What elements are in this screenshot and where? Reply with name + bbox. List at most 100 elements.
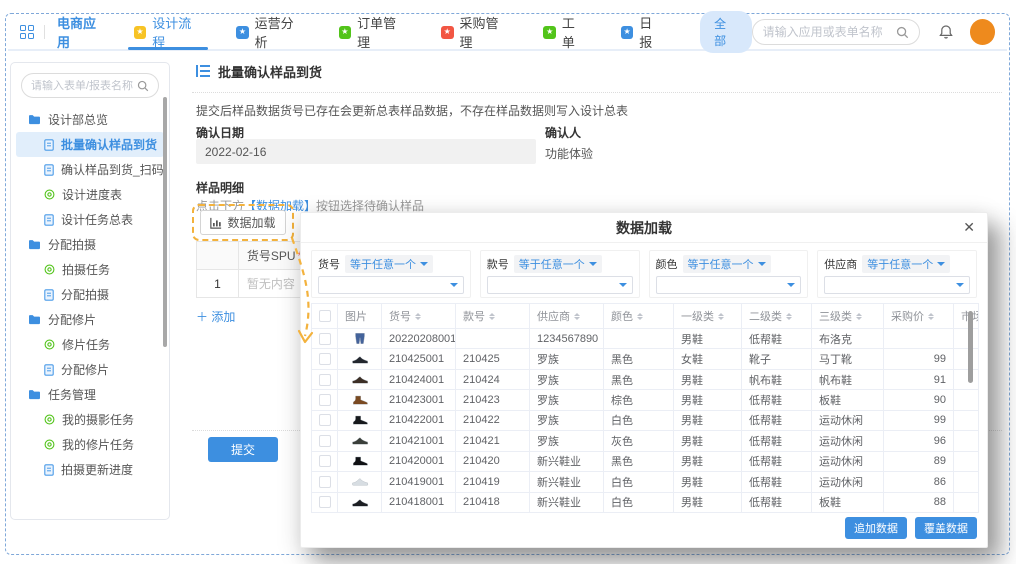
column-header[interactable]: 一级类 — [674, 304, 742, 328]
table-row[interactable]: 210424001210424罗族黑色男鞋帆布鞋帆布鞋91 — [312, 369, 978, 389]
nav-all-badge[interactable]: 全部 — [700, 11, 751, 53]
search-icon[interactable] — [896, 26, 909, 39]
row-checkbox[interactable] — [319, 455, 331, 467]
table-row[interactable]: 210422001210422罗族白色男鞋低帮鞋运动休闲99 — [312, 410, 978, 430]
nav-home[interactable]: 电商应用 — [57, 13, 108, 51]
filter-select[interactable] — [656, 276, 802, 294]
filter-select[interactable] — [318, 276, 464, 294]
confirmer-value: 功能体验 — [545, 145, 593, 162]
sidebar-item-label: 分配拍摄 — [48, 236, 96, 253]
overwrite-data-button[interactable]: 覆盖数据 — [915, 517, 977, 539]
sort-icon[interactable] — [718, 310, 724, 323]
sort-icon[interactable] — [415, 310, 421, 323]
sidebar-item[interactable]: 分配修片 — [16, 357, 164, 382]
filter-select[interactable] — [824, 276, 970, 294]
table-row[interactable]: 210421001210421罗族灰色男鞋低帮鞋运动休闲96 — [312, 430, 978, 450]
column-header[interactable]: 货号 — [382, 304, 456, 328]
table-cell: 男鞋 — [674, 411, 742, 430]
table-row[interactable]: 210425001210425罗族黑色女鞋靴子马丁靴99 — [312, 348, 978, 368]
row-checkbox[interactable] — [319, 353, 331, 365]
row-checkbox[interactable] — [319, 333, 331, 345]
sort-icon[interactable] — [928, 310, 934, 323]
collapse-menu-icon[interactable] — [196, 65, 210, 77]
select-all-checkbox[interactable] — [319, 310, 331, 322]
column-header[interactable]: 采购价 — [884, 304, 954, 328]
nav-tab-label: 运营分析 — [255, 13, 305, 51]
close-icon[interactable]: ✕ — [963, 220, 975, 234]
filter-select[interactable] — [487, 276, 633, 294]
sidebar-item[interactable]: 拍摄任务 — [16, 257, 164, 282]
nav-tab[interactable]: ★ 订单管理 — [335, 15, 411, 49]
sort-icon[interactable] — [786, 310, 792, 323]
sidebar-item[interactable]: 设计部总览 — [16, 107, 164, 132]
nav-tab[interactable]: ★ 设计流程 — [130, 15, 206, 49]
sort-icon[interactable] — [637, 310, 643, 323]
data-load-button[interactable]: 数据加载 — [200, 210, 286, 235]
nav-tab[interactable]: ★ 工单 — [539, 15, 590, 49]
row-checkbox-cell — [312, 452, 338, 471]
bell-icon[interactable] — [938, 24, 954, 40]
filter-operator[interactable]: 等于任意一个 — [345, 255, 433, 273]
sidebar-item-label: 批量确认样品到货 — [61, 136, 157, 153]
table-row[interactable]: 202202080011234567890男鞋低帮鞋布洛克 — [312, 328, 978, 348]
column-header[interactable]: 供应商 — [530, 304, 604, 328]
filter-operator[interactable]: 等于任意一个 — [514, 255, 602, 273]
nav-tab[interactable]: ★ 采购管理 — [437, 15, 513, 49]
append-data-button[interactable]: 追加数据 — [845, 517, 907, 539]
target-icon — [44, 414, 55, 425]
row-checkbox[interactable] — [319, 394, 331, 406]
chevron-down-icon — [619, 283, 627, 291]
filter-operator[interactable]: 等于任意一个 — [683, 255, 771, 273]
sidebar-item[interactable]: 确认样品到货_扫码 — [16, 157, 164, 182]
row-checkbox[interactable] — [319, 496, 331, 508]
table-row[interactable]: 210418001210418新兴鞋业白色男鞋低帮鞋板鞋88 — [312, 492, 978, 512]
app-icon: ★ — [134, 26, 146, 39]
table-scrollbar[interactable] — [968, 311, 973, 383]
avatar[interactable] — [970, 19, 995, 45]
sidebar-search[interactable] — [21, 73, 159, 98]
sidebar-item[interactable]: 设计进度表 — [16, 182, 164, 207]
submit-button[interactable]: 提交 — [208, 437, 278, 462]
sort-icon[interactable] — [489, 310, 495, 323]
sort-icon[interactable] — [574, 310, 580, 323]
column-header[interactable]: 款号 — [456, 304, 530, 328]
filter-operator[interactable]: 等于任意一个 — [862, 255, 950, 273]
add-row-link[interactable]: ＋ 添加 — [196, 308, 235, 325]
sidebar-item[interactable]: 分配拍摄 — [16, 282, 164, 307]
global-search-input[interactable] — [763, 25, 896, 39]
table-row[interactable]: 210420001210420新兴鞋业黑色男鞋低帮鞋运动休闲89 — [312, 451, 978, 471]
sidebar-item-label: 分配拍摄 — [61, 286, 109, 303]
row-checkbox[interactable] — [319, 435, 331, 447]
column-header[interactable]: 三级类 — [812, 304, 884, 328]
row-checkbox[interactable] — [319, 414, 331, 426]
column-header[interactable]: 颜色 — [604, 304, 674, 328]
sidebar-item[interactable]: 批量确认样品到货 — [16, 132, 164, 157]
nav-tab[interactable]: ★ 日报 — [617, 15, 668, 49]
table-cell: 罗族 — [530, 370, 604, 389]
chart-icon — [210, 217, 222, 229]
confirm-date-field[interactable]: 2022-02-16 — [196, 139, 536, 164]
column-header[interactable]: 二级类 — [742, 304, 812, 328]
table-row[interactable]: 210419001210419新兴鞋业白色男鞋低帮鞋运动休闲86 — [312, 471, 978, 491]
search-icon[interactable] — [137, 80, 149, 92]
sidebar-item[interactable]: 设计任务总表 — [16, 207, 164, 232]
sidebar-item[interactable]: 分配修片 — [16, 307, 164, 332]
modal-table-body: 202202080011234567890男鞋低帮鞋布洛克 2104250012… — [312, 328, 978, 512]
column-header[interactable]: 市场价 — [954, 304, 979, 328]
global-search[interactable] — [752, 19, 920, 45]
nav-tab[interactable]: ★ 运营分析 — [232, 15, 308, 49]
sidebar-item[interactable]: 我的修片任务 — [16, 432, 164, 457]
sidebar-item[interactable]: 拍摄更新进度 — [16, 457, 164, 482]
table-row[interactable]: 210423001210423罗族棕色男鞋低帮鞋板鞋90 — [312, 389, 978, 409]
sidebar-item[interactable]: 任务管理 — [16, 382, 164, 407]
row-checkbox[interactable] — [319, 374, 331, 386]
row-checkbox-cell — [312, 472, 338, 491]
sidebar-item[interactable]: 分配拍摄 — [16, 232, 164, 257]
sidebar-item[interactable]: 我的摄影任务 — [16, 407, 164, 432]
sort-icon[interactable] — [856, 310, 862, 323]
app-grid-icon[interactable] — [20, 25, 34, 39]
sidebar-item[interactable]: 修片任务 — [16, 332, 164, 357]
sidebar-scrollbar[interactable] — [163, 97, 167, 347]
sidebar-search-input[interactable] — [31, 80, 137, 92]
row-checkbox[interactable] — [319, 476, 331, 488]
